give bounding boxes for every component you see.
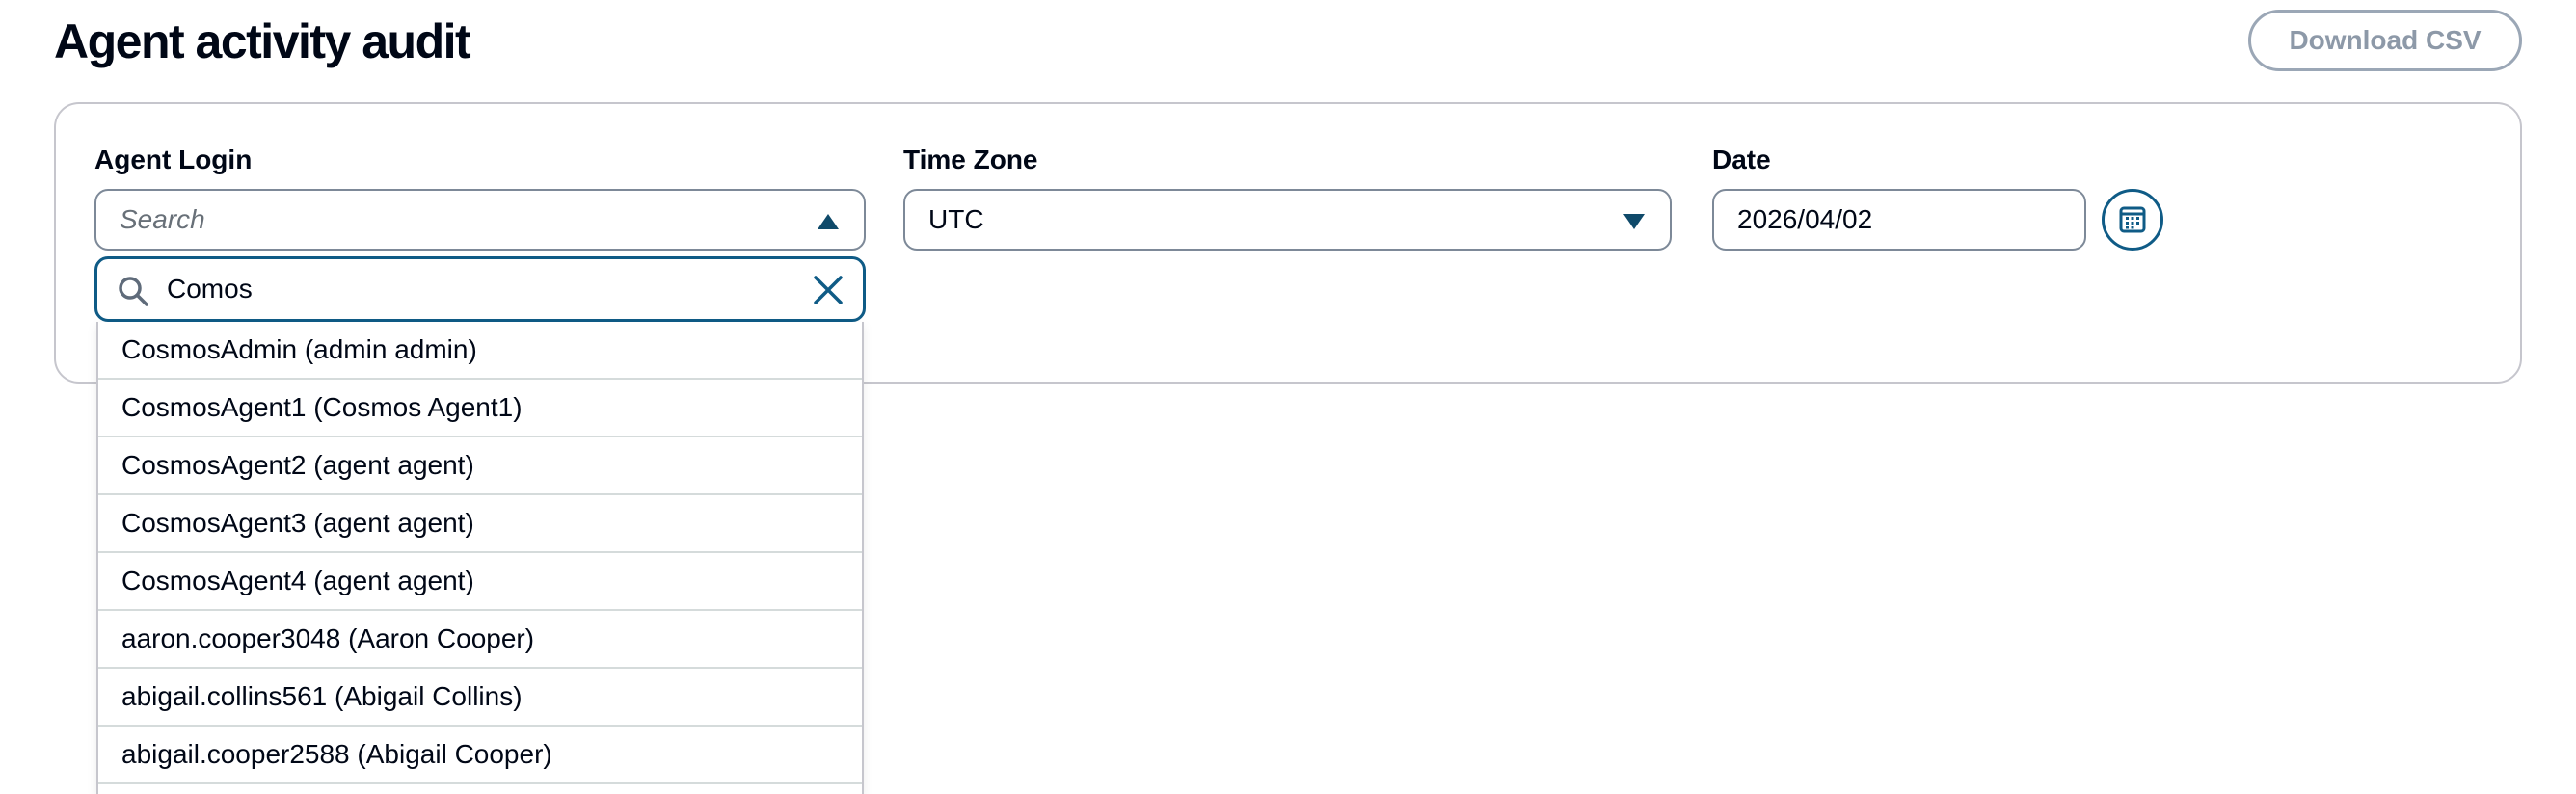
search-icon	[119, 277, 148, 306]
download-csv-button[interactable]: Download CSV	[2248, 10, 2522, 71]
search-value: Comos	[167, 274, 253, 304]
agent-login-select[interactable]: Search	[94, 189, 866, 251]
agent-login-label: Agent Login	[94, 145, 253, 174]
time-zone-value: UTC	[928, 204, 984, 234]
calendar-icon	[2119, 206, 2146, 233]
page-title: Agent activity audit	[54, 14, 471, 68]
list-item[interactable]: CosmosAdmin (admin admin)	[98, 322, 862, 380]
time-zone-label: Time Zone	[903, 145, 1038, 174]
agent-options-list: CosmosAdmin (admin admin) CosmosAgent1 (…	[96, 322, 864, 794]
agent-login-placeholder: Search	[120, 204, 205, 234]
page: Agent activity audit Download CSV Agent …	[0, 0, 2576, 794]
close-icon[interactable]	[813, 275, 844, 305]
caret-up-icon	[818, 214, 839, 229]
date-input[interactable]: 2026/04/02	[1712, 189, 2086, 251]
list-item[interactable]: CosmosAgent3 (agent agent)	[98, 495, 862, 553]
list-item[interactable]: aaron.cooper3048 (Aaron Cooper)	[98, 611, 862, 669]
list-item[interactable]: abigail.collins561 (Abigail Collins)	[98, 669, 862, 727]
list-item[interactable]: CosmosAgent4 (agent agent)	[98, 553, 862, 611]
calendar-button[interactable]	[2102, 189, 2163, 251]
time-zone-select[interactable]: UTC	[903, 189, 1672, 251]
caret-down-icon	[1623, 214, 1645, 229]
list-item[interactable]: CosmosAgent2 (agent agent)	[98, 437, 862, 495]
list-item[interactable]: abigail.cooper2588 (Abigail Cooper)	[98, 727, 862, 784]
date-label: Date	[1712, 145, 1771, 174]
list-item[interactable]: CosmosAgent1 (Cosmos Agent1)	[98, 380, 862, 437]
agent-search-input[interactable]: Comos	[94, 256, 866, 322]
